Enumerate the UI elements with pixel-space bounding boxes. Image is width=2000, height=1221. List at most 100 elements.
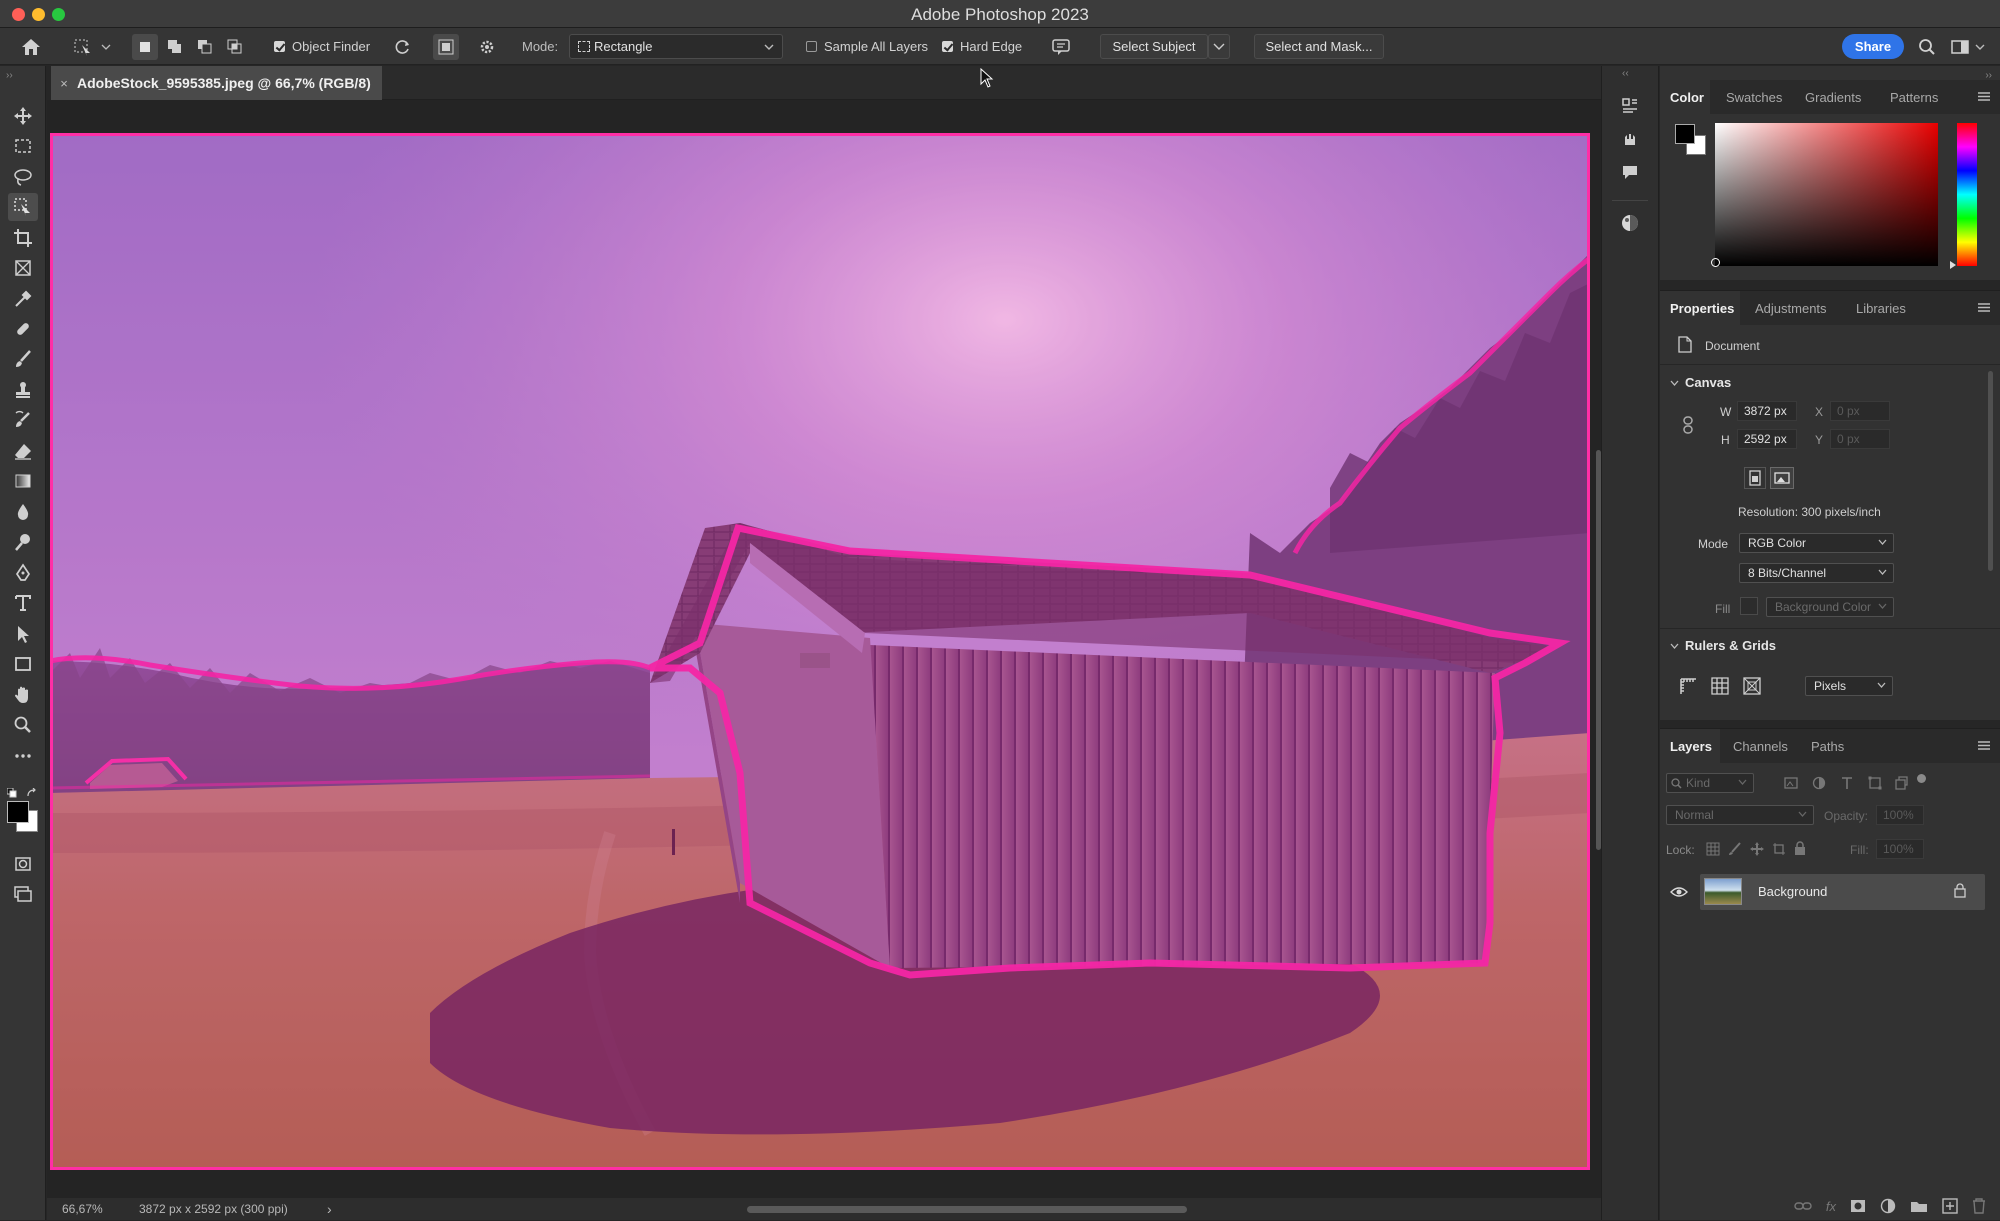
grid-icon[interactable] [1710,676,1730,696]
filter-shape-icon[interactable] [1868,776,1882,790]
blur-tool-icon[interactable] [8,498,38,526]
trash-icon[interactable] [1972,1198,1986,1214]
object-finder-checkbox[interactable] [274,41,285,52]
panel-menu-icon[interactable] [1978,303,1990,312]
intersect-selection-icon[interactable] [222,34,248,60]
tab-layers[interactable]: Layers [1660,729,1720,763]
height-input[interactable]: 2592 px [1737,429,1797,449]
tool-preset-picker[interactable] [70,34,114,60]
object-finder-option[interactable]: Object Finder [274,28,370,65]
document-image[interactable] [50,133,1590,1170]
hard-edge-checkbox[interactable] [942,41,953,52]
lock-transparent-pixels-icon[interactable] [1706,842,1720,856]
eye-icon[interactable] [1670,885,1688,899]
filter-smart-object-icon[interactable] [1894,776,1908,790]
color-field-picker[interactable] [1711,258,1720,267]
mode-select[interactable]: Rectangle [569,34,783,59]
layer-row-background[interactable]: Background [1700,874,1985,910]
zoom-level[interactable]: 66,67% [62,1202,103,1216]
width-input[interactable]: 3872 px [1737,401,1797,421]
panel-menu-icon[interactable] [1978,741,1990,750]
new-layer-icon[interactable] [1942,1198,1958,1214]
color-adjust-panel-icon[interactable] [1618,211,1642,235]
crop-tool-icon[interactable] [8,224,38,252]
object-selection-tool-icon[interactable] [8,193,38,221]
actions-panel-icon[interactable] [1618,127,1642,151]
bit-depth-select[interactable]: 8 Bits/Channel [1739,563,1894,583]
more-tools-icon[interactable] [8,742,38,770]
filter-type-icon[interactable] [1840,776,1854,790]
sample-all-layers-option[interactable]: Sample All Layers [806,28,928,65]
history-panel-icon[interactable] [1618,94,1642,118]
y-input[interactable]: 0 px [1830,429,1890,449]
lock-all-icon[interactable] [1794,841,1806,856]
collapse-toolbar-icon[interactable]: ›› [6,70,13,81]
type-tool-icon[interactable] [8,589,38,617]
color-panel-foreground-swatch[interactable] [1675,124,1695,144]
tab-libraries[interactable]: Libraries [1856,291,1906,325]
tab-adjustments[interactable]: Adjustments [1755,291,1827,325]
collapse-strip-icon[interactable]: ‹‹ [1622,68,1629,79]
home-icon[interactable] [18,34,44,60]
feedback-icon[interactable] [1048,34,1074,60]
color-field[interactable] [1715,123,1938,266]
blend-mode-select[interactable]: Normal [1666,805,1814,825]
adjustment-layer-icon[interactable] [1880,1198,1896,1214]
zoom-tool-icon[interactable] [8,711,38,739]
refresh-icon[interactable] [390,34,416,60]
layer-filter-select[interactable]: Kind [1666,773,1754,793]
path-selection-tool-icon[interactable] [8,620,38,648]
new-selection-icon[interactable] [132,34,158,60]
tab-patterns[interactable]: Patterns [1890,80,1938,114]
fill-select[interactable]: Background Color [1766,597,1894,617]
filter-toggle[interactable] [1917,774,1926,783]
document-info[interactable]: 3872 px x 2592 px (300 ppi) [139,1202,288,1216]
link-layers-icon[interactable] [1794,1200,1812,1212]
new-group-icon[interactable] [1910,1199,1928,1213]
x-input[interactable]: 0 px [1830,401,1890,421]
canvas-area[interactable] [47,68,1601,1198]
filter-pixel-icon[interactable] [1784,776,1798,790]
clone-stamp-tool-icon[interactable] [8,376,38,404]
units-select[interactable]: Pixels [1805,676,1893,696]
share-button[interactable]: Share [1842,34,1904,59]
tab-color[interactable]: Color [1660,80,1710,114]
properties-scrollbar[interactable] [1988,371,1993,571]
frame-tool-icon[interactable] [8,254,38,282]
opacity-input[interactable]: 100% [1876,805,1924,825]
swap-colors-icon[interactable] [27,788,37,798]
rulers-icon[interactable] [1678,676,1698,696]
subtract-from-selection-icon[interactable] [192,34,218,60]
tab-paths[interactable]: Paths [1811,729,1844,763]
add-to-selection-icon[interactable] [162,34,188,60]
healing-brush-tool-icon[interactable] [8,315,38,343]
hue-slider-handle[interactable] [1950,261,1956,269]
gear-icon[interactable] [474,34,500,60]
eraser-tool-icon[interactable] [8,437,38,465]
guides-icon[interactable] [1742,676,1762,696]
document-tab[interactable]: × AdobeStock_9595385.jpeg @ 66,7% (RGB/8… [51,66,382,100]
landscape-orientation-icon[interactable] [1770,467,1794,489]
foreground-color-swatch[interactable] [7,801,29,823]
filter-adjustment-icon[interactable] [1812,776,1826,790]
lasso-tool-icon[interactable] [8,163,38,191]
tab-gradients[interactable]: Gradients [1805,80,1861,114]
pen-tool-icon[interactable] [8,559,38,587]
close-tab-icon[interactable]: × [51,76,77,91]
lock-image-pixels-icon[interactable] [1728,842,1742,856]
sample-all-layers-checkbox[interactable] [806,41,817,52]
quick-mask-icon[interactable] [8,850,38,878]
link-dimensions-icon[interactable] [1682,416,1694,434]
hue-slider[interactable] [1957,123,1977,266]
search-icon[interactable] [1914,34,1940,60]
add-mask-icon[interactable] [1850,1199,1866,1213]
layer-fill-input[interactable]: 100% [1876,839,1924,859]
workspace-switcher-icon[interactable] [1948,34,1988,60]
eyedropper-tool-icon[interactable] [8,285,38,313]
default-colors-icon[interactable] [7,788,17,798]
select-and-mask-button[interactable]: Select and Mask... [1254,34,1384,59]
panel-menu-icon[interactable] [1978,92,1990,101]
marquee-tool-icon[interactable] [8,132,38,160]
lock-position-icon[interactable] [1750,842,1764,856]
hard-edge-option[interactable]: Hard Edge [942,28,1022,65]
